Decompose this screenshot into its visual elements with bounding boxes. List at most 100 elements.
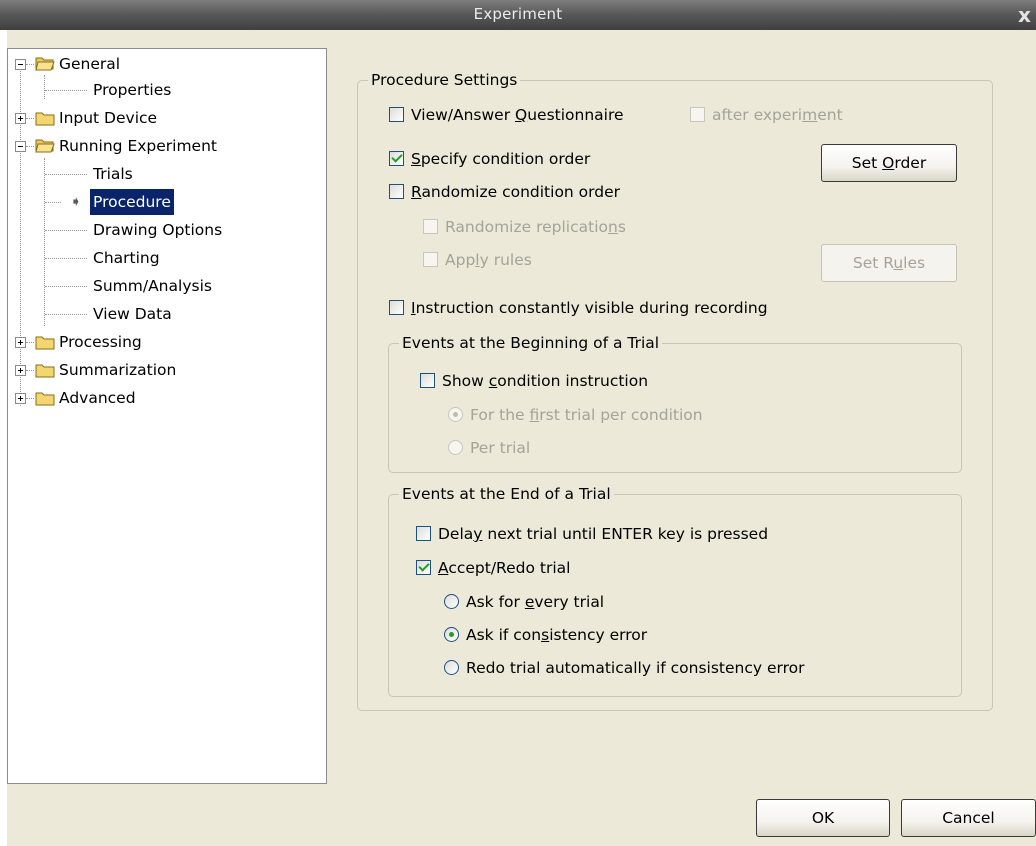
tree-connector <box>26 64 34 65</box>
expand-icon[interactable] <box>15 393 26 404</box>
group-title: Procedure Settings <box>368 70 521 90</box>
delay-next-trial-checkbox[interactable]: Delay next trial until ENTER key is pres… <box>416 523 836 545</box>
tree-item-advanced[interactable]: Advanced <box>8 385 324 411</box>
button-text: Set <box>851 154 883 172</box>
radio-button[interactable] <box>448 407 463 422</box>
set-rules-button[interactable]: Set Rules <box>821 244 957 282</box>
radio-button[interactable] <box>444 660 459 675</box>
label-text: Randomize replicatio <box>445 218 608 236</box>
tree-item-summ-analysis[interactable]: Summ/Analysis <box>8 273 324 299</box>
tree-item-input-device[interactable]: Input Device <box>8 105 324 131</box>
checkbox[interactable] <box>389 107 404 122</box>
cancel-button[interactable]: Cancel <box>901 799 1036 837</box>
tree-item-running-experiment[interactable]: Running Experiment <box>8 133 324 159</box>
per-trial-radio[interactable]: Per trial <box>448 437 648 459</box>
button-text: rder <box>894 154 927 172</box>
collapse-icon[interactable] <box>15 141 26 152</box>
option-label: Apply rules <box>445 249 532 271</box>
tree-connector <box>26 398 34 399</box>
button-text: Set R <box>852 254 894 272</box>
checkbox[interactable] <box>416 560 431 575</box>
ask-consistency-error-radio[interactable]: Ask if consistency error <box>444 624 704 646</box>
option-label: Delay next trial until ENTER key is pres… <box>438 523 768 545</box>
expand-icon[interactable] <box>15 113 26 124</box>
view-answer-questionnaire-checkbox[interactable]: View/Answer Questionnaire <box>389 104 679 126</box>
tree-label: Processing <box>59 333 142 351</box>
radio-button[interactable] <box>448 440 463 455</box>
tree-item-procedure[interactable]: ➧ Procedure <box>8 189 324 215</box>
tree-label: Charting <box>93 249 160 267</box>
button-accesskey: u <box>893 254 904 272</box>
checkbox[interactable] <box>423 252 438 267</box>
after-experiment-checkbox[interactable]: after experiment <box>690 104 890 126</box>
group-title: Events at the End of a Trial <box>399 484 614 504</box>
randomize-condition-order-checkbox[interactable]: Randomize condition order <box>389 181 689 203</box>
label-text: uestionnaire <box>527 106 624 124</box>
show-condition-instruction-checkbox[interactable]: Show condition instruction <box>420 370 720 392</box>
tree-item-trials[interactable]: Trials <box>8 161 324 187</box>
tree-item-drawing-options[interactable]: Drawing Options <box>8 217 324 243</box>
expand-icon[interactable] <box>15 337 26 348</box>
option-label: Accept/Redo trial <box>438 557 570 579</box>
folder-icon <box>35 112 55 126</box>
tree-label: Properties <box>93 81 172 99</box>
label-accesskey: R <box>411 183 422 201</box>
instruction-visible-checkbox[interactable]: Instruction constantly visible during re… <box>389 297 829 319</box>
tree-connector <box>45 230 87 231</box>
title-bar: Experiment x <box>0 0 1036 30</box>
button-accesskey: O <box>882 154 895 172</box>
folder-icon <box>35 364 55 378</box>
first-trial-per-condition-radio[interactable]: For the first trial per condition <box>448 404 748 426</box>
apply-rules-checkbox[interactable]: Apply rules <box>423 249 623 271</box>
checkbox[interactable] <box>416 526 431 541</box>
checkbox[interactable] <box>389 184 404 199</box>
option-label: Ask if consistency error <box>466 624 647 646</box>
tree-connector <box>45 174 87 175</box>
folder-icon <box>35 336 55 350</box>
checkbox[interactable] <box>690 107 705 122</box>
label-text: Ask for <box>466 593 525 611</box>
label-text: ondition instruction <box>497 372 649 390</box>
set-order-button[interactable]: Set Order <box>821 144 957 182</box>
tree-item-view-data[interactable]: View Data <box>8 301 324 327</box>
specify-condition-order-checkbox[interactable]: Specify condition order <box>389 148 679 170</box>
randomize-replications-checkbox[interactable]: Randomize replications <box>423 216 683 238</box>
option-label: Randomize replications <box>445 216 626 238</box>
tree-item-properties[interactable]: Properties <box>8 77 324 103</box>
accept-redo-trial-checkbox[interactable]: Accept/Redo trial <box>416 557 676 579</box>
checkbox[interactable] <box>389 300 404 315</box>
redo-automatically-radio[interactable]: Redo trial automatically if consistency … <box>444 657 864 679</box>
option-label: Specify condition order <box>411 148 590 170</box>
tree-item-charting[interactable]: Charting <box>8 245 324 271</box>
label-text: ent <box>817 106 843 124</box>
radio-button[interactable] <box>444 627 459 642</box>
expand-icon[interactable] <box>15 365 26 376</box>
ok-button[interactable]: OK <box>756 799 890 837</box>
ask-every-trial-radio[interactable]: Ask for every trial <box>444 591 704 613</box>
tree-label: Summarization <box>59 361 177 379</box>
label-text: y rules <box>479 251 532 269</box>
tree-connector <box>45 286 87 287</box>
label-text: View/Answer <box>411 106 516 124</box>
tree-label: Running Experiment <box>59 137 217 155</box>
open-folder-icon <box>35 57 55 71</box>
option-label: Show condition instruction <box>442 370 648 392</box>
label-text: istency error <box>549 626 648 644</box>
label-accesskey: c <box>488 372 498 390</box>
label-text: Ask if con <box>466 626 542 644</box>
close-icon[interactable]: x <box>1013 3 1036 27</box>
tree-item-summarization[interactable]: Summarization <box>8 357 324 383</box>
checkbox[interactable] <box>423 219 438 234</box>
tree-connector <box>45 90 87 91</box>
label-text: next trial until ENTER key is pressed <box>482 525 769 543</box>
collapse-icon[interactable] <box>15 59 26 70</box>
checkbox[interactable] <box>389 151 404 166</box>
tree-item-processing[interactable]: Processing <box>8 329 324 355</box>
tree-connector <box>45 314 87 315</box>
tree-item-general[interactable]: General <box>8 51 324 77</box>
radio-button[interactable] <box>444 594 459 609</box>
label-text: very trial <box>534 593 605 611</box>
tree-connector <box>26 146 34 147</box>
checkbox[interactable] <box>420 373 435 388</box>
tree-connector <box>26 118 34 119</box>
